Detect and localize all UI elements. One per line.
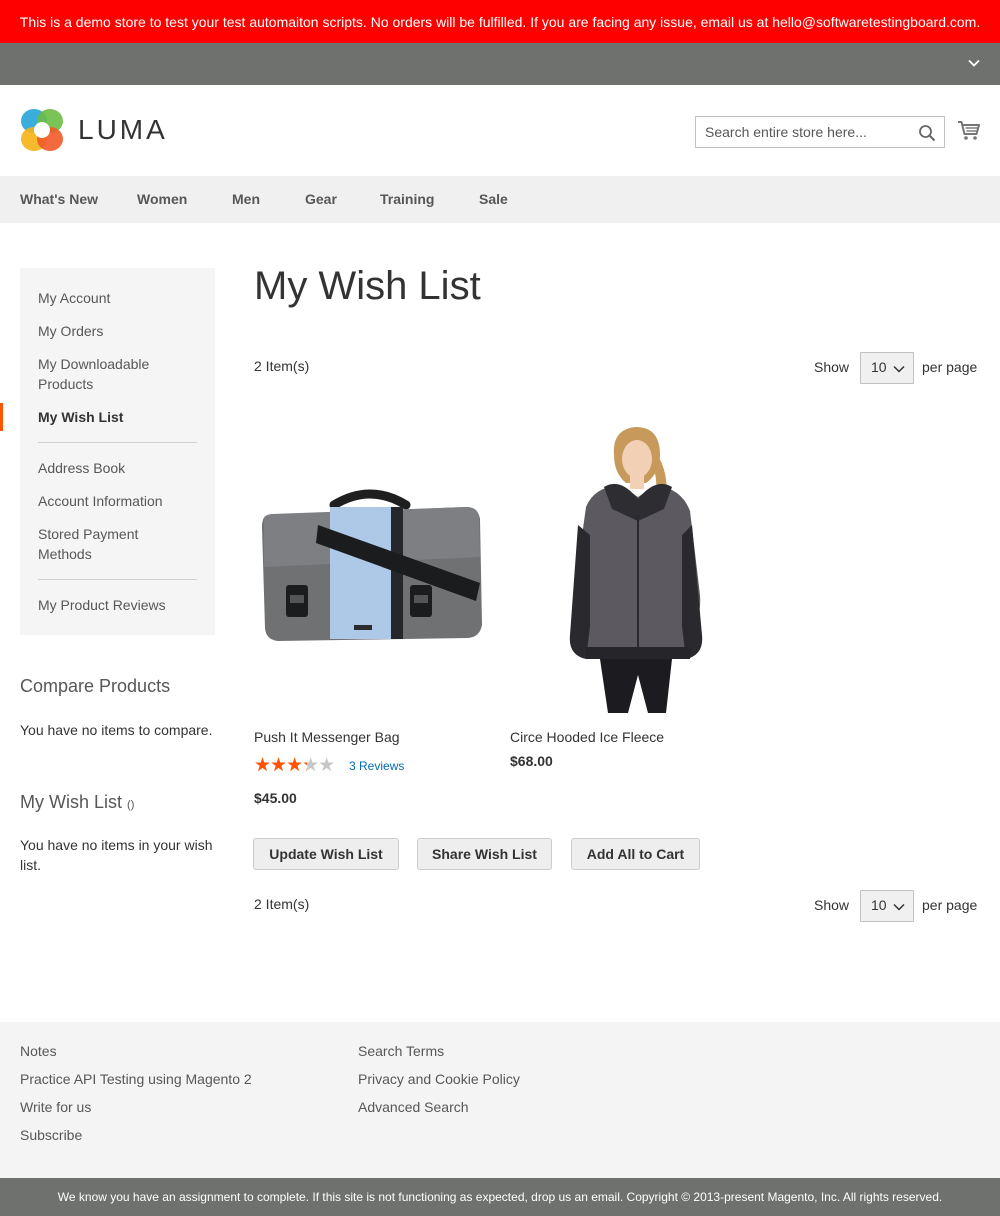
page-title: My Wish List [254,264,481,308]
limiter-select[interactable]: 10 [860,352,914,384]
main-nav: What's New Women Men Gear Training Sale [0,176,1000,223]
product-image-messenger-bag[interactable] [258,485,486,645]
demo-notice-text: This is a demo store to test your test a… [19,13,981,30]
sidebar-item-my-account[interactable]: My Account [38,288,110,308]
page-footer: Notes Practice API Testing using Magento… [0,1022,1000,1178]
toolbar-per-page-label: per page [922,359,978,375]
search-icon[interactable] [918,124,936,142]
page-header: LUMA [0,85,1000,176]
cart-icon[interactable] [957,118,981,142]
nav-item-men[interactable]: Men [232,176,260,223]
rating-fill: ★★★★★ [254,757,307,775]
product-name[interactable]: Push It Messenger Bag [254,729,400,745]
copyright-text: We know you have an assignment to comple… [57,1190,943,1204]
wishlist-block-title-text: My Wish List [20,792,123,812]
product-price: $68.00 [510,753,553,769]
nav-item-gear[interactable]: Gear [305,176,337,223]
limiter-value: 10 [871,359,887,375]
product-price: $45.00 [254,790,297,806]
nav-item-whats-new[interactable]: What's New [20,176,98,223]
toolbar-show-label: Show [814,897,850,913]
sidebar-item-address-book[interactable]: Address Book [38,458,125,478]
search-box [695,116,945,148]
sidebar-item-stored-payment-methods[interactable]: Stored Payment Methods [38,524,178,564]
limiter-value: 10 [871,897,887,913]
footer-link-search-terms[interactable]: Search Terms [358,1043,444,1059]
toolbar-item-count: 2 Item(s) [254,896,310,912]
toolbar-show-label: Show [814,359,850,375]
sidebar-active-indicator [0,403,3,431]
logo[interactable]: LUMA [20,107,168,153]
demo-notice-banner: This is a demo store to test your test a… [0,0,1000,43]
sidebar-item-my-downloadable-products[interactable]: My Downloadable Products [38,354,188,394]
chevron-down-icon[interactable] [966,55,982,71]
update-wish-list-button[interactable]: Update Wish List [253,838,399,870]
toolbar-per-page-label: per page [922,897,978,913]
footer-link-practice-api[interactable]: Practice API Testing using Magento 2 [20,1071,252,1087]
share-wish-list-button[interactable]: Share Wish List [417,838,552,870]
sidebar-divider [38,579,197,580]
sidebar-item-my-wish-list: My Wish List [38,409,124,425]
wishlist-block-count: () [127,799,135,811]
account-nav: My Account My Orders My Downloadable Pro… [20,268,215,635]
header-panel [0,43,1000,85]
limiter-select[interactable]: 10 [860,890,914,922]
footer-link-notes[interactable]: Notes [20,1043,57,1059]
footer-link-subscribe[interactable]: Subscribe [20,1127,82,1143]
product-name[interactable]: Circe Hooded Ice Fleece [510,729,664,745]
toolbar-item-count: 2 Item(s) [254,358,310,374]
search-input[interactable] [696,117,944,147]
nav-item-women[interactable]: Women [137,176,187,223]
chevron-down-icon [893,903,905,911]
product-image-hooded-fleece[interactable] [560,425,710,713]
add-all-to-cart-button[interactable]: Add All to Cart [571,838,700,870]
rating-stars: ★★★★★ ★★★★★ [254,755,335,776]
footer-link-write-for-us[interactable]: Write for us [20,1099,91,1115]
footer-link-privacy-policy[interactable]: Privacy and Cookie Policy [358,1071,520,1087]
sidebar-item-my-product-reviews[interactable]: My Product Reviews [38,595,166,615]
wishlist-block-title: My Wish List () [20,792,134,813]
sidebar-divider [38,442,197,443]
luma-logo-icon [21,109,63,151]
compare-products-title: Compare Products [20,676,171,696]
compare-empty-text: You have no items to compare. [20,722,213,738]
nav-item-training[interactable]: Training [380,176,434,223]
wishlist-empty-text: You have no items in your wish list. [20,837,213,873]
product-rating: ★★★★★ ★★★★★ 3 Reviews [254,755,404,776]
nav-item-sale[interactable]: Sale [479,176,508,223]
sidebar-item-account-information[interactable]: Account Information [38,491,163,511]
footer-link-advanced-search[interactable]: Advanced Search [358,1099,469,1115]
chevron-down-icon [893,365,905,373]
sidebar-item-my-orders[interactable]: My Orders [38,321,103,341]
reviews-link[interactable]: 3 Reviews [349,759,404,773]
logo-text: LUMA [78,114,168,145]
copyright-bar: We know you have an assignment to comple… [0,1178,1000,1216]
